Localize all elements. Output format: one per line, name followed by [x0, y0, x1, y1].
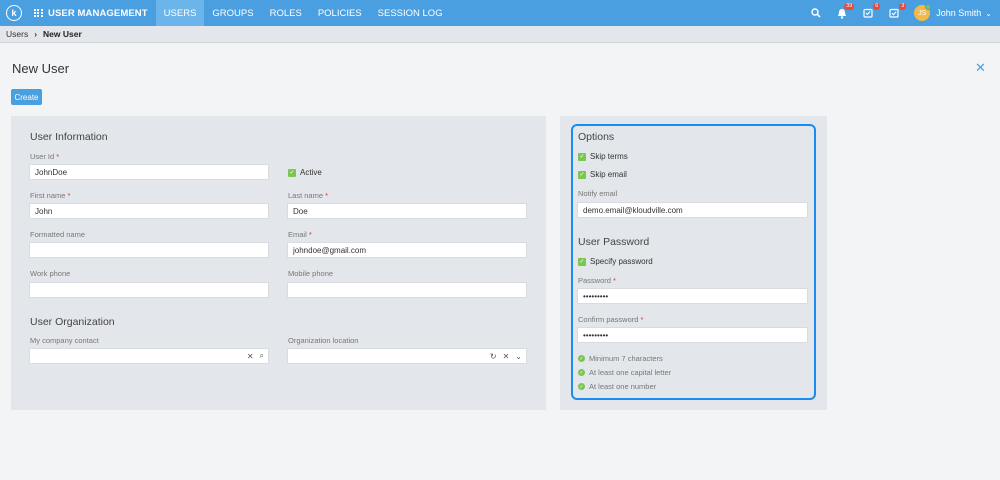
active-label: Active — [300, 168, 322, 177]
user-name[interactable]: John Smith — [936, 8, 981, 18]
confirm-password-input[interactable]: ••••••••• — [577, 327, 808, 343]
user-id-label: User Id * — [30, 152, 60, 161]
password-rule-capital: ✓ At least one capital letter — [578, 368, 672, 377]
nav-roles[interactable]: ROLES — [262, 0, 310, 26]
company-contact-input[interactable]: ✕ ⌕ — [29, 348, 269, 364]
apps-grid-icon — [34, 8, 43, 18]
nav-groups[interactable]: GROUPS — [204, 0, 261, 26]
search-icon[interactable]: ⌕ — [260, 351, 264, 361]
notify-email-label: Notify email — [578, 189, 618, 198]
work-phone-label: Work phone — [30, 269, 71, 278]
email-input[interactable]: johndoe@gmail.com — [287, 242, 527, 258]
breadcrumb-chevron-icon: › — [34, 29, 38, 39]
check-circle-icon: ✓ — [578, 369, 585, 376]
approvals-badge: 3 — [899, 3, 907, 10]
organization-location-select[interactable]: ↻ ✕ ⌄ — [287, 348, 527, 364]
avatar[interactable]: JS — [914, 4, 932, 21]
breadcrumb-current: New User — [43, 29, 82, 39]
user-id-input[interactable]: JohnDoe — [29, 164, 269, 180]
bell-icon[interactable]: 39 — [834, 3, 855, 21]
create-button[interactable]: Create — [11, 89, 42, 105]
formatted-name-input[interactable] — [29, 242, 269, 258]
main-nav: USERS GROUPS ROLES POLICIES SESSION LOG — [155, 0, 451, 26]
search-icon[interactable] — [808, 5, 824, 21]
chevron-down-icon[interactable]: ⌄ — [515, 352, 522, 361]
clear-icon[interactable]: ✕ — [247, 352, 254, 361]
check-circle-icon: ✓ — [578, 355, 585, 362]
page-title: New User — [12, 61, 70, 76]
check-circle-icon: ✓ — [578, 383, 585, 390]
nav-users[interactable]: USERS — [155, 0, 205, 26]
app-menu[interactable]: USER MANAGEMENT — [34, 8, 148, 19]
user-organization-title: User Organization — [30, 316, 115, 328]
avatar-initials: JS — [918, 9, 927, 17]
confirm-password-label: Confirm password * — [578, 315, 644, 324]
specify-password-label: Specify password — [590, 257, 653, 266]
mobile-phone-label: Mobile phone — [288, 269, 334, 278]
skip-terms-label: Skip terms — [590, 152, 628, 161]
user-form-panel — [11, 116, 546, 410]
options-title: Options — [578, 131, 615, 143]
organization-location-label: Organization location — [288, 336, 359, 345]
approvals-icon[interactable]: 3 — [886, 3, 907, 21]
tasks-icon[interactable]: 6 — [860, 3, 881, 21]
tasks-badge: 6 — [873, 3, 881, 10]
skip-terms-checkbox[interactable]: ✓ Skip terms — [578, 152, 628, 161]
notifications-badge: 39 — [844, 3, 855, 10]
refresh-icon[interactable]: ↻ — [490, 352, 497, 361]
skip-email-label: Skip email — [590, 170, 627, 179]
work-phone-input[interactable] — [29, 282, 269, 298]
chevron-down-icon[interactable]: ⌄ — [985, 9, 992, 18]
nav-policies[interactable]: POLICIES — [310, 0, 370, 26]
breadcrumb: Users › New User — [0, 26, 1000, 43]
company-contact-label: My company contact — [30, 336, 99, 345]
checkbox-checked-icon: ✓ — [578, 257, 586, 266]
checkbox-checked-icon: ✓ — [578, 152, 586, 161]
top-bar: k USER MANAGEMENT USERS GROUPS ROLES POL… — [0, 0, 1000, 26]
nav-session-log[interactable]: SESSION LOG — [370, 0, 451, 26]
breadcrumb-users[interactable]: Users — [6, 29, 28, 39]
first-name-input[interactable]: John — [29, 203, 269, 219]
skip-email-checkbox[interactable]: ✓ Skip email — [578, 170, 627, 179]
clear-icon[interactable]: ✕ — [503, 352, 510, 361]
app-title: USER MANAGEMENT — [48, 7, 148, 19]
password-rule-number: ✓ At least one number — [578, 382, 657, 391]
active-checkbox[interactable]: ✓ Active — [288, 168, 322, 177]
last-name-input[interactable]: Doe — [287, 203, 527, 219]
user-password-title: User Password — [578, 236, 650, 248]
password-rule-min-length: ✓ Minimum 7 characters — [578, 354, 663, 363]
password-label: Password * — [578, 276, 616, 285]
password-input[interactable]: ••••••••• — [577, 288, 808, 304]
specify-password-checkbox[interactable]: ✓ Specify password — [578, 257, 653, 266]
online-status-icon — [925, 4, 932, 10]
close-icon[interactable]: ✕ — [975, 60, 986, 76]
checkbox-checked-icon: ✓ — [288, 168, 296, 177]
app-logo-icon[interactable]: k — [6, 5, 22, 21]
email-label: Email * — [288, 230, 312, 239]
user-information-title: User Information — [30, 131, 108, 143]
checkbox-checked-icon: ✓ — [578, 170, 586, 179]
formatted-name-label: Formatted name — [30, 230, 86, 239]
first-name-label: First name * — [30, 191, 71, 200]
mobile-phone-input[interactable] — [287, 282, 527, 298]
last-name-label: Last name * — [288, 191, 329, 200]
notify-email-input[interactable]: demo.email@kloudville.com — [577, 202, 808, 218]
